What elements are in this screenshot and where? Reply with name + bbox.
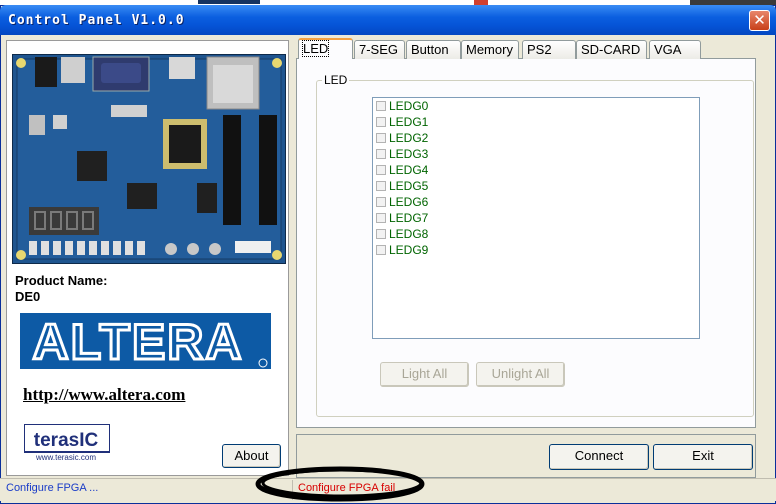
led-item[interactable]: LEDG8: [376, 226, 428, 242]
checkbox-icon[interactable]: [376, 117, 386, 127]
window-title: Control Panel V1.0.0: [8, 13, 185, 28]
tab-memory[interactable]: Memory: [461, 40, 519, 59]
led-item[interactable]: LEDG4: [376, 162, 428, 178]
led-item[interactable]: LEDG3: [376, 146, 428, 162]
tab-led-label: LED: [301, 40, 330, 57]
led-group-label: LED: [322, 73, 350, 87]
checkbox-icon[interactable]: [376, 133, 386, 143]
checkbox-icon[interactable]: [376, 149, 386, 159]
status-message-left: Configure FPGA ...: [6, 482, 99, 494]
terasic-logo: terasIC www.terasic.com: [23, 423, 111, 462]
checkbox-icon[interactable]: [376, 101, 386, 111]
product-name-value: DE0: [15, 289, 41, 304]
checkbox-icon[interactable]: [376, 245, 386, 255]
tab-led[interactable]: LED: [298, 38, 353, 59]
led-item[interactable]: LEDG1: [376, 114, 428, 130]
light-all-button[interactable]: Light All: [380, 362, 469, 387]
checkbox-icon[interactable]: [376, 165, 386, 175]
altera-website-link[interactable]: http://www.altera.com: [23, 385, 185, 405]
checkbox-icon[interactable]: [376, 229, 386, 239]
terasic-logo-url: www.terasic.com: [35, 453, 96, 462]
led-item[interactable]: LEDG7: [376, 210, 428, 226]
product-name-label: Product Name:: [15, 273, 108, 288]
tab-vga[interactable]: VGA: [649, 40, 701, 59]
tab-ps2[interactable]: PS2: [522, 40, 576, 59]
led-item[interactable]: LEDG9: [376, 242, 428, 258]
exit-button[interactable]: Exit: [653, 444, 753, 470]
tab-button[interactable]: Button: [406, 40, 461, 59]
led-item[interactable]: LEDG2: [376, 130, 428, 146]
status-message-fail: Configure FPGA fail: [298, 482, 396, 494]
led-item[interactable]: LEDG6: [376, 194, 428, 210]
checkbox-icon[interactable]: [376, 197, 386, 207]
checkbox-icon[interactable]: [376, 181, 386, 191]
tab-sd-card[interactable]: SD-CARD: [576, 40, 647, 59]
close-button[interactable]: ✕: [749, 10, 770, 31]
led-item[interactable]: LEDG5: [376, 178, 428, 194]
unlight-all-button[interactable]: Unlight All: [476, 362, 565, 387]
led-item[interactable]: LEDG0: [376, 98, 428, 114]
altera-logo: ALTERA: [20, 313, 271, 372]
connect-button[interactable]: Connect: [549, 444, 649, 470]
checkbox-icon[interactable]: [376, 213, 386, 223]
de0-board-image: [12, 54, 286, 264]
tab-7seg[interactable]: 7-SEG: [354, 40, 405, 59]
altera-logo-text: ALTERA: [32, 314, 243, 369]
terasic-logo-text: terasIC: [34, 430, 99, 451]
close-icon: ✕: [753, 11, 766, 29]
